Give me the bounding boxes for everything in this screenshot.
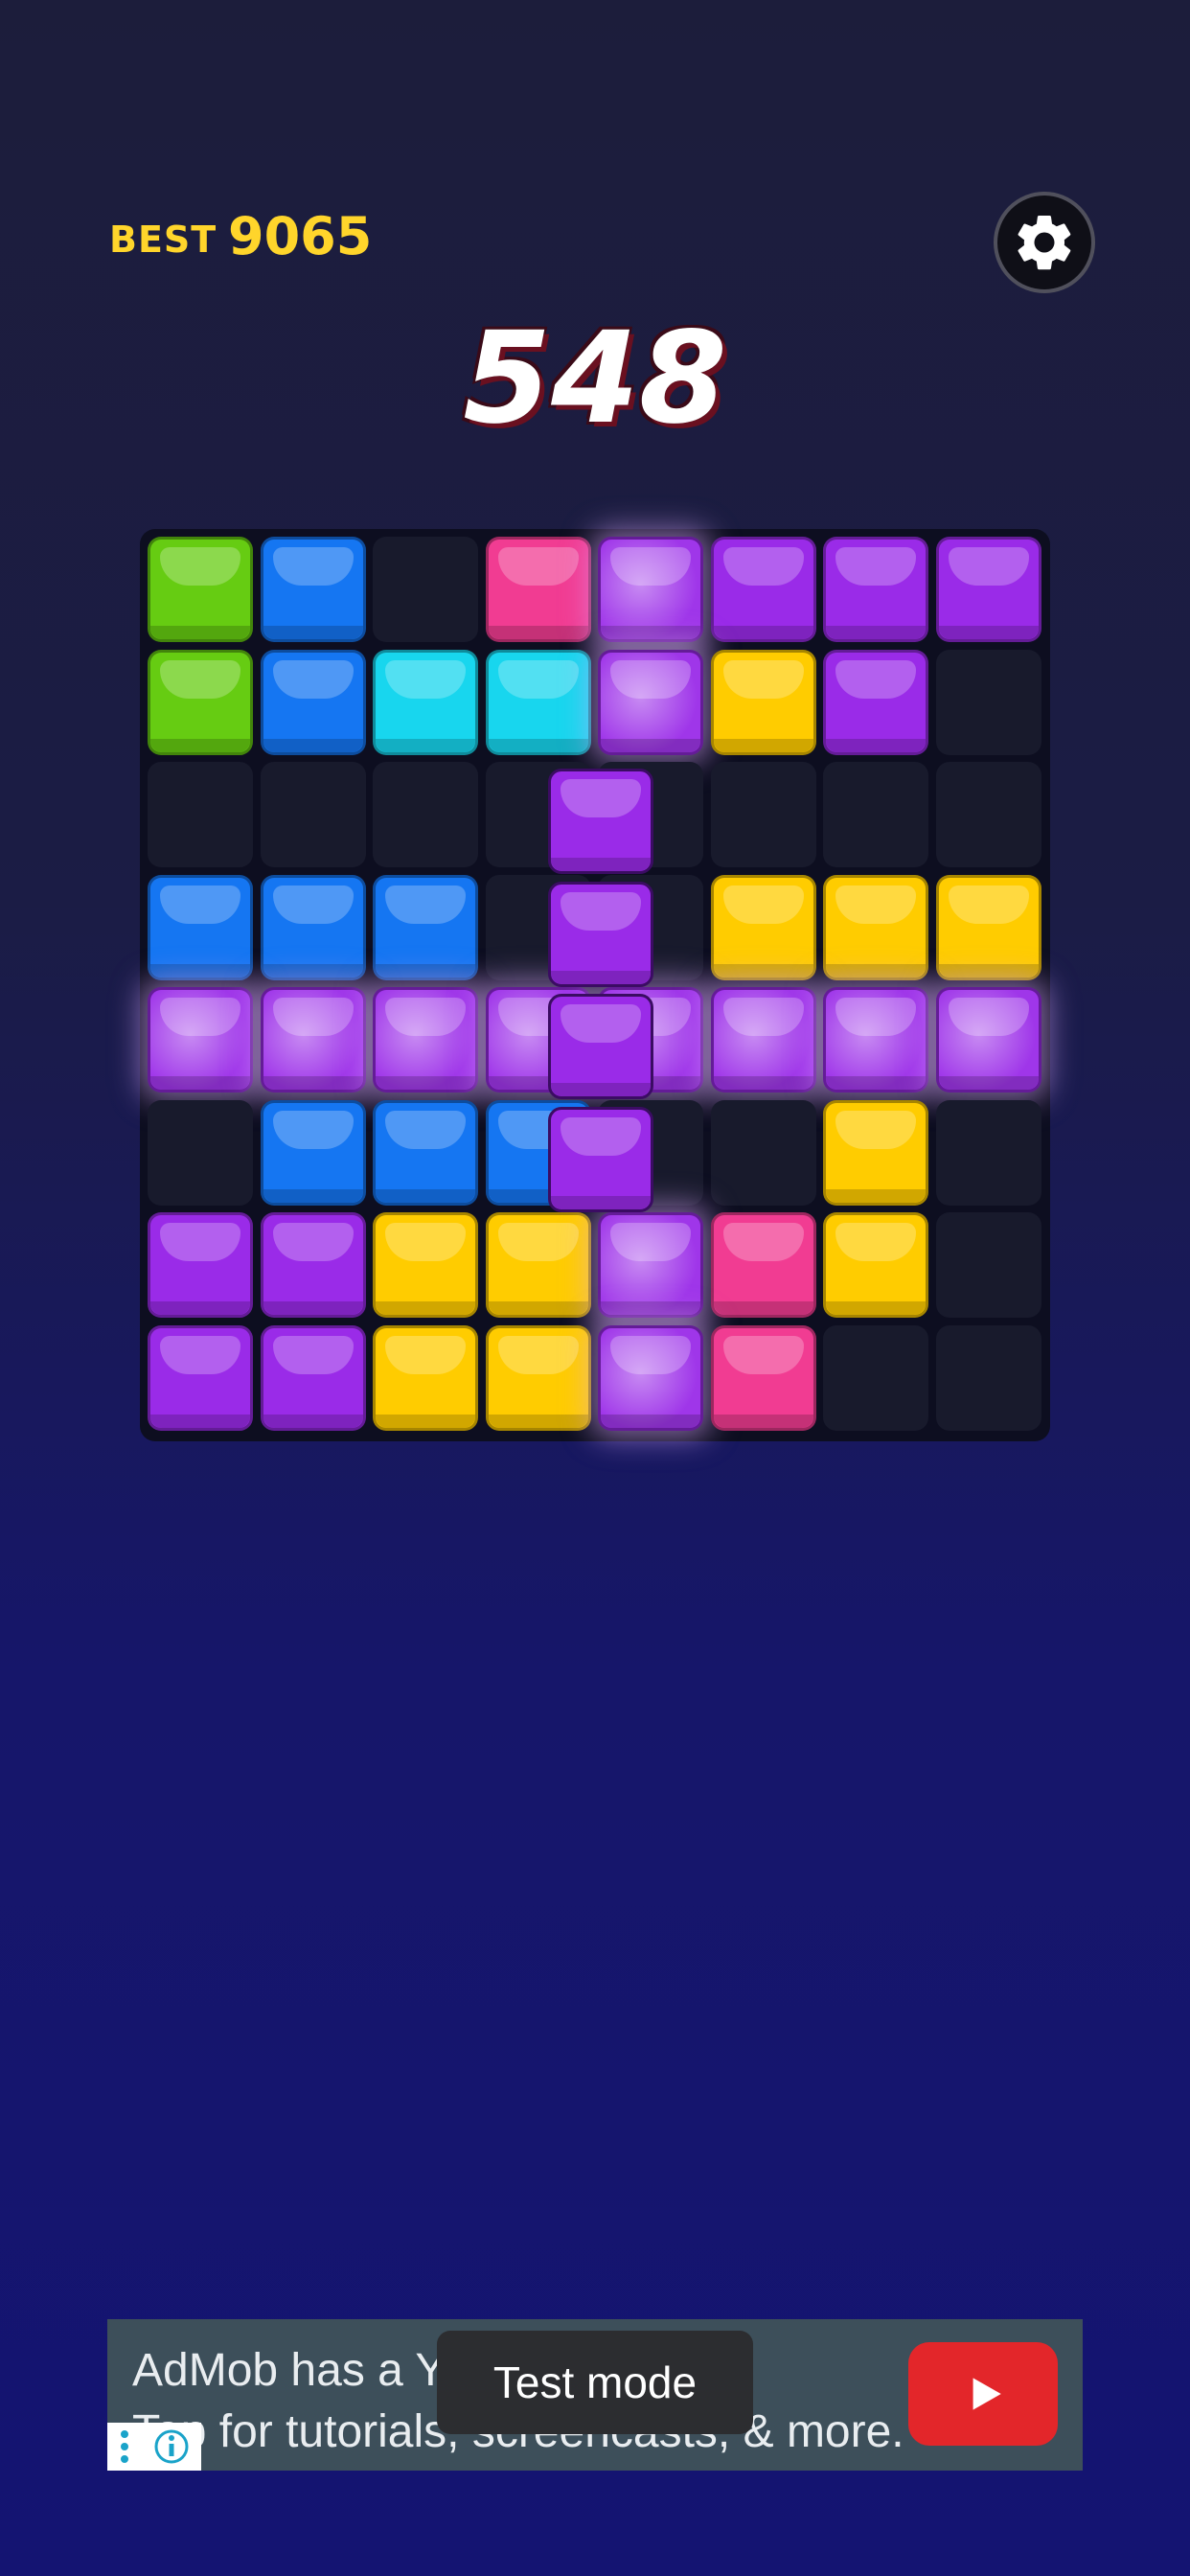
yellow-block[interactable] <box>823 874 928 980</box>
blue-block[interactable] <box>260 537 366 642</box>
purple-block[interactable] <box>148 1324 253 1431</box>
purple-block[interactable] <box>823 649 928 755</box>
empty-cell[interactable] <box>935 1324 1041 1431</box>
empty-cell[interactable] <box>823 1324 928 1431</box>
sparkle-effect <box>263 990 363 1090</box>
empty-cell[interactable] <box>710 762 816 867</box>
info-icon <box>154 2429 189 2464</box>
current-score: 548 <box>463 305 727 452</box>
game-board[interactable] <box>140 529 1050 1441</box>
yellow-block[interactable] <box>823 1099 928 1206</box>
cyan-block[interactable] <box>373 649 478 755</box>
purple-block[interactable] <box>148 1212 253 1318</box>
settings-button[interactable] <box>994 192 1095 293</box>
empty-cell[interactable] <box>373 537 478 642</box>
cyan-block[interactable] <box>485 649 591 755</box>
ad-text-line1: AdMob has a Yo <box>132 2345 468 2396</box>
green-block[interactable] <box>148 537 253 642</box>
blue-block[interactable] <box>148 874 253 980</box>
empty-cell[interactable] <box>710 1099 816 1206</box>
pink-block[interactable] <box>710 1324 816 1431</box>
purple-block-highlighted[interactable] <box>598 649 703 755</box>
empty-cell[interactable] <box>373 762 478 867</box>
purple-block-highlighted[interactable] <box>823 987 928 1092</box>
purple-block-highlighted[interactable] <box>598 537 703 642</box>
yellow-block[interactable] <box>935 874 1041 980</box>
purple-block-highlighted[interactable] <box>598 1212 703 1318</box>
purple-block[interactable] <box>260 1324 366 1431</box>
empty-cell[interactable] <box>935 762 1041 867</box>
sparkle-effect <box>713 990 813 1090</box>
sparkle-effect <box>601 1215 700 1315</box>
pink-block[interactable] <box>710 1212 816 1318</box>
purple-block-highlighted[interactable] <box>935 987 1041 1092</box>
pink-block[interactable] <box>485 537 591 642</box>
yellow-block[interactable] <box>373 1212 478 1318</box>
dragged-piece-block <box>548 769 653 874</box>
play-icon <box>973 2378 1001 2410</box>
dragged-piece-block <box>548 1106 653 1212</box>
empty-cell[interactable] <box>935 649 1041 755</box>
yellow-block[interactable] <box>485 1324 591 1431</box>
purple-block-highlighted[interactable] <box>710 987 816 1092</box>
blue-block[interactable] <box>373 1099 478 1206</box>
empty-cell[interactable] <box>260 762 366 867</box>
gear-icon <box>1018 216 1071 270</box>
sparkle-effect <box>376 990 475 1090</box>
green-block[interactable] <box>148 649 253 755</box>
yellow-block[interactable] <box>373 1324 478 1431</box>
purple-block-highlighted[interactable] <box>148 987 253 1092</box>
empty-cell[interactable] <box>935 1099 1041 1206</box>
sparkle-effect <box>601 540 700 639</box>
empty-cell[interactable] <box>148 762 253 867</box>
youtube-play-icon[interactable] <box>908 2342 1058 2446</box>
empty-cell[interactable] <box>823 762 928 867</box>
best-label: BEST <box>109 218 217 261</box>
blue-block[interactable] <box>260 1099 366 1206</box>
sparkle-effect <box>601 1327 700 1428</box>
purple-block[interactable] <box>710 537 816 642</box>
best-score: 9065 <box>228 206 373 266</box>
purple-block[interactable] <box>935 537 1041 642</box>
sparkle-effect <box>601 652 700 752</box>
purple-block-highlighted[interactable] <box>373 987 478 1092</box>
yellow-block[interactable] <box>710 874 816 980</box>
sparkle-effect <box>938 990 1039 1090</box>
blue-block[interactable] <box>260 649 366 755</box>
sparkle-effect <box>826 990 926 1090</box>
dragged-piece-block <box>548 994 653 1099</box>
empty-cell[interactable] <box>935 1212 1041 1318</box>
ad-choices-button[interactable] <box>107 2423 201 2471</box>
blue-block[interactable] <box>260 874 366 980</box>
yellow-block[interactable] <box>710 649 816 755</box>
more-dots-icon <box>121 2430 128 2463</box>
dragged-piece-block <box>548 881 653 987</box>
yellow-block[interactable] <box>485 1212 591 1318</box>
sparkle-effect <box>150 990 250 1090</box>
test-mode-toast: Test mode <box>437 2331 753 2434</box>
purple-block[interactable] <box>823 537 928 642</box>
purple-block-highlighted[interactable] <box>260 987 366 1092</box>
blue-block[interactable] <box>373 874 478 980</box>
purple-block-highlighted[interactable] <box>598 1324 703 1431</box>
purple-block[interactable] <box>260 1212 366 1318</box>
empty-cell[interactable] <box>148 1099 253 1206</box>
yellow-block[interactable] <box>823 1212 928 1318</box>
